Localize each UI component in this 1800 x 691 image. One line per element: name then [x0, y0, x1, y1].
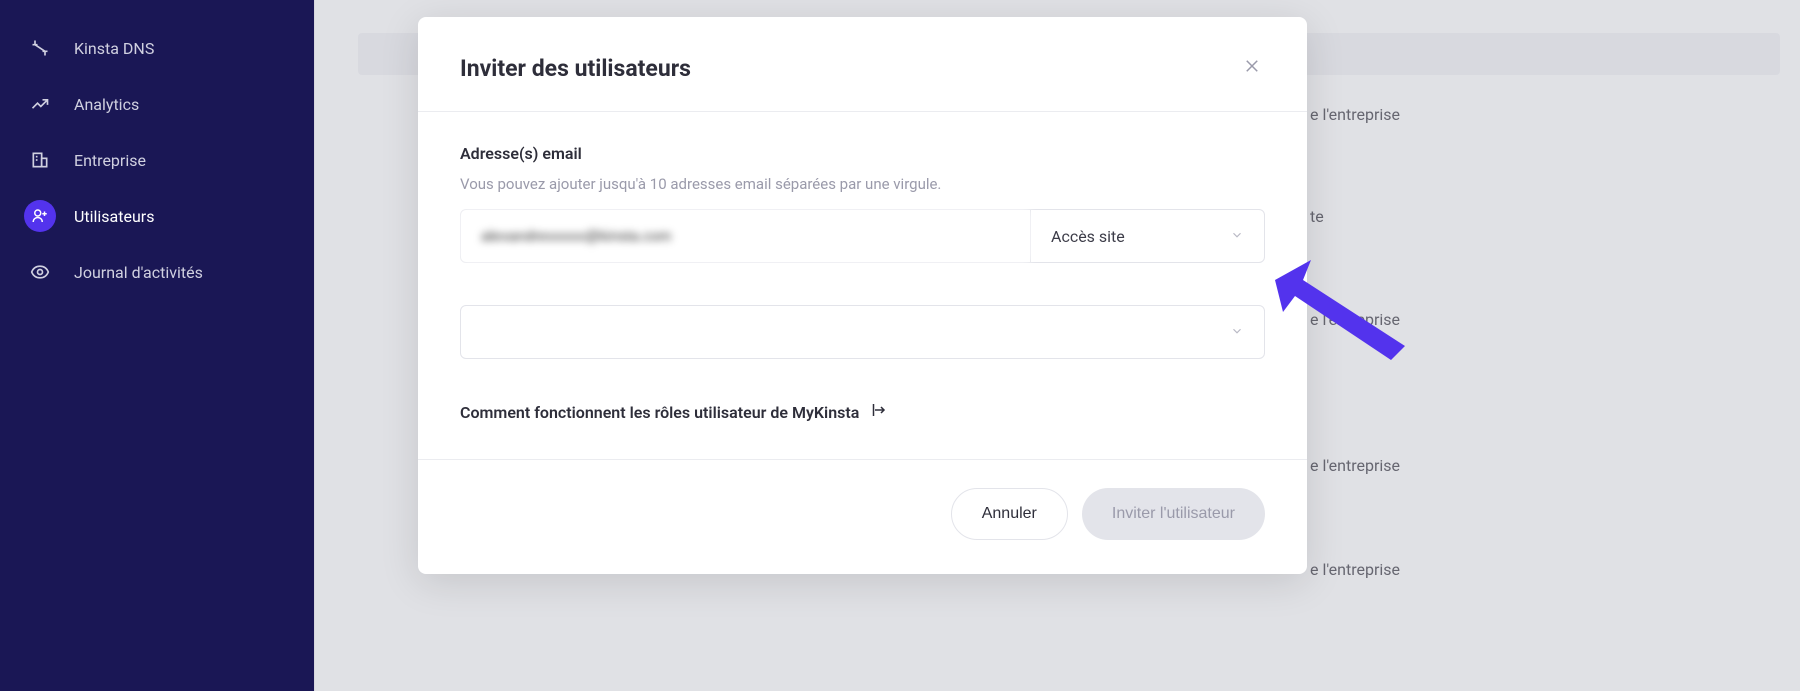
site-select[interactable]: [460, 305, 1265, 359]
sidebar-item-company[interactable]: Entreprise: [0, 132, 314, 188]
building-icon: [24, 144, 56, 176]
close-button[interactable]: [1239, 53, 1265, 83]
access-level-select[interactable]: Accès site: [1030, 210, 1264, 262]
analytics-icon: [24, 88, 56, 120]
sidebar-item-analytics[interactable]: Analytics: [0, 76, 314, 132]
sidebar-item-label: Journal d'activités: [74, 263, 203, 282]
modal-body: Adresse(s) email Vous pouvez ajouter jus…: [418, 112, 1307, 459]
modal-title: Inviter des utilisateurs: [460, 55, 691, 82]
external-link-icon: [869, 401, 887, 423]
invite-user-button[interactable]: Inviter l'utilisateur: [1082, 488, 1265, 540]
sidebar-item-label: Utilisateurs: [74, 207, 154, 226]
sidebar-item-users[interactable]: Utilisateurs: [0, 188, 314, 244]
help-link-text: Comment fonctionnent les rôles utilisate…: [460, 403, 859, 422]
modal-footer: Annuler Inviter l'utilisateur: [418, 459, 1307, 574]
email-input-row: Accès site: [460, 209, 1265, 263]
sidebar-item-dns[interactable]: Kinsta DNS: [0, 20, 314, 76]
roles-help-link[interactable]: Comment fonctionnent les rôles utilisate…: [460, 401, 1265, 423]
modal-header: Inviter des utilisateurs: [418, 17, 1307, 112]
email-field[interactable]: [461, 210, 1030, 262]
sidebar-item-label: Kinsta DNS: [74, 39, 154, 58]
close-icon: [1243, 57, 1261, 75]
sidebar-item-activity-log[interactable]: Journal d'activités: [0, 244, 314, 300]
cancel-button[interactable]: Annuler: [951, 488, 1068, 540]
eye-icon: [24, 256, 56, 288]
email-help-text: Vous pouvez ajouter jusqu'à 10 adresses …: [460, 175, 1265, 193]
access-select-value: Accès site: [1051, 227, 1125, 246]
user-plus-icon: [24, 200, 56, 232]
sidebar-item-label: Analytics: [74, 95, 139, 114]
sidebar: Kinsta DNS Analytics Entreprise Utilisat…: [0, 0, 314, 691]
chevron-down-icon: [1230, 323, 1244, 342]
invite-users-modal: Inviter des utilisateurs Adresse(s) emai…: [418, 17, 1307, 574]
sidebar-item-label: Entreprise: [74, 151, 146, 170]
dns-icon: [24, 32, 56, 64]
email-label: Adresse(s) email: [460, 144, 1265, 163]
chevron-down-icon: [1230, 227, 1244, 246]
